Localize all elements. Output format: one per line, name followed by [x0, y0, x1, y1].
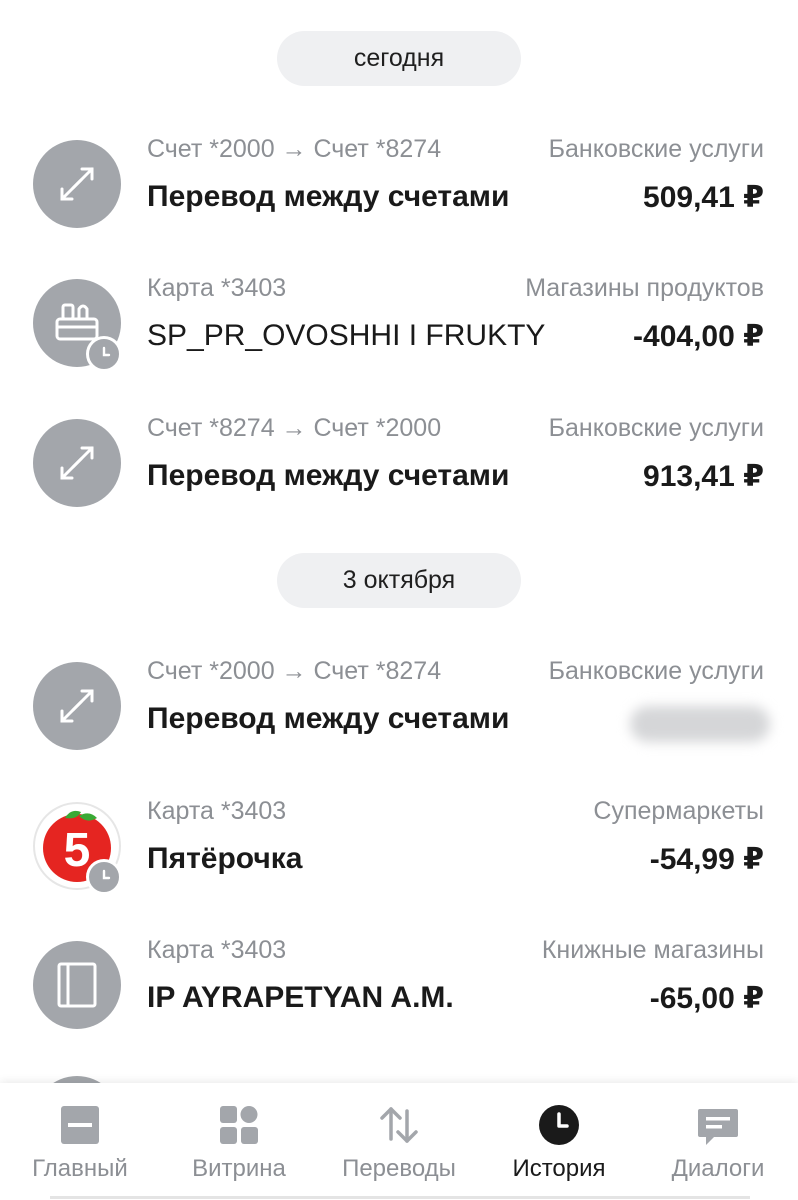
nav-item-home[interactable]: Главный	[0, 1083, 160, 1200]
date-header-today: сегодня	[277, 31, 521, 86]
transaction-source: Счет *2000 → Счет *8274	[147, 135, 442, 163]
home-card-icon	[58, 1103, 102, 1147]
transfers-arrows-icon	[377, 1103, 421, 1147]
svg-text:5: 5	[64, 824, 91, 877]
transaction-category: Банковские услуги	[548, 657, 764, 685]
book-icon	[33, 941, 121, 1029]
transaction-amount: -54,99 ₽	[649, 843, 764, 876]
transaction-title: SP_PR_OVOSHHI I FRUKTY	[147, 319, 546, 352]
transaction-category: Книжные магазины	[541, 936, 764, 964]
transaction-amount: 509,41 ₽	[643, 181, 764, 214]
transfer-arrows-icon	[33, 662, 121, 750]
nav-item-transfers[interactable]: Переводы	[319, 1083, 479, 1200]
transfer-arrows-icon	[33, 419, 121, 507]
transaction-amount: -65,00 ₽	[649, 982, 764, 1015]
nav-label: История	[512, 1155, 606, 1182]
bottom-navigation: Главный Витрина Переводы История Диалоги	[0, 1083, 798, 1200]
home-indicator	[50, 1196, 750, 1199]
transaction-source: Карта *3403	[147, 797, 287, 825]
history-clock-icon	[537, 1103, 581, 1147]
transaction-title: Перевод между счетами	[147, 180, 510, 213]
transaction-source: Счет *8274 → Счет *2000	[147, 414, 442, 442]
nav-label: Переводы	[342, 1155, 456, 1182]
transaction-row[interactable]: Карта *3403 Книжные магазины IP AYRAPETY…	[0, 930, 798, 1040]
nav-item-history[interactable]: История	[479, 1083, 639, 1200]
date-header-oct-3: 3 октября	[277, 553, 521, 608]
showcase-grid-icon	[217, 1103, 261, 1147]
transaction-title: Перевод между счетами	[147, 702, 510, 735]
hidden-amount	[630, 706, 770, 742]
nav-label: Диалоги	[671, 1155, 765, 1182]
transaction-category: Банковские услуги	[548, 414, 764, 442]
nav-label: Главный	[32, 1155, 128, 1182]
chat-bubble-icon	[696, 1103, 740, 1147]
transaction-category: Магазины продуктов	[525, 274, 764, 302]
pending-clock-icon	[86, 859, 122, 895]
nav-label: Витрина	[192, 1155, 286, 1182]
transaction-row[interactable]: Счет *2000 → Счет *8274 Банковские услуг…	[0, 129, 798, 239]
transaction-amount: -404,00 ₽	[633, 320, 764, 353]
transaction-title: Перевод между счетами	[147, 459, 510, 492]
transaction-title: IP AYRAPETYAN A.M.	[147, 981, 454, 1014]
transaction-row[interactable]: 5 Карта *3403 Супермаркеты Пятёрочка -54…	[0, 791, 798, 901]
transaction-category: Банковские услуги	[548, 135, 764, 163]
transaction-category: Супермаркеты	[593, 797, 764, 825]
pending-clock-icon	[86, 336, 122, 372]
transfer-arrows-icon	[33, 140, 121, 228]
transaction-source: Счет *2000 → Счет *8274	[147, 657, 442, 685]
nav-item-dialogs[interactable]: Диалоги	[638, 1083, 798, 1200]
transaction-source: Карта *3403	[147, 274, 287, 302]
transaction-source: Карта *3403	[147, 936, 287, 964]
transaction-amount: 913,41 ₽	[643, 460, 764, 493]
transaction-title: Пятёрочка	[147, 842, 303, 875]
transaction-row[interactable]: Карта *3403 Магазины продуктов SP_PR_OVO…	[0, 268, 798, 378]
transaction-row[interactable]: Счет *8274 → Счет *2000 Банковские услуг…	[0, 408, 798, 518]
nav-item-showcase[interactable]: Витрина	[159, 1083, 319, 1200]
transaction-row[interactable]: Счет *2000 → Счет *8274 Банковские услуг…	[0, 651, 798, 761]
